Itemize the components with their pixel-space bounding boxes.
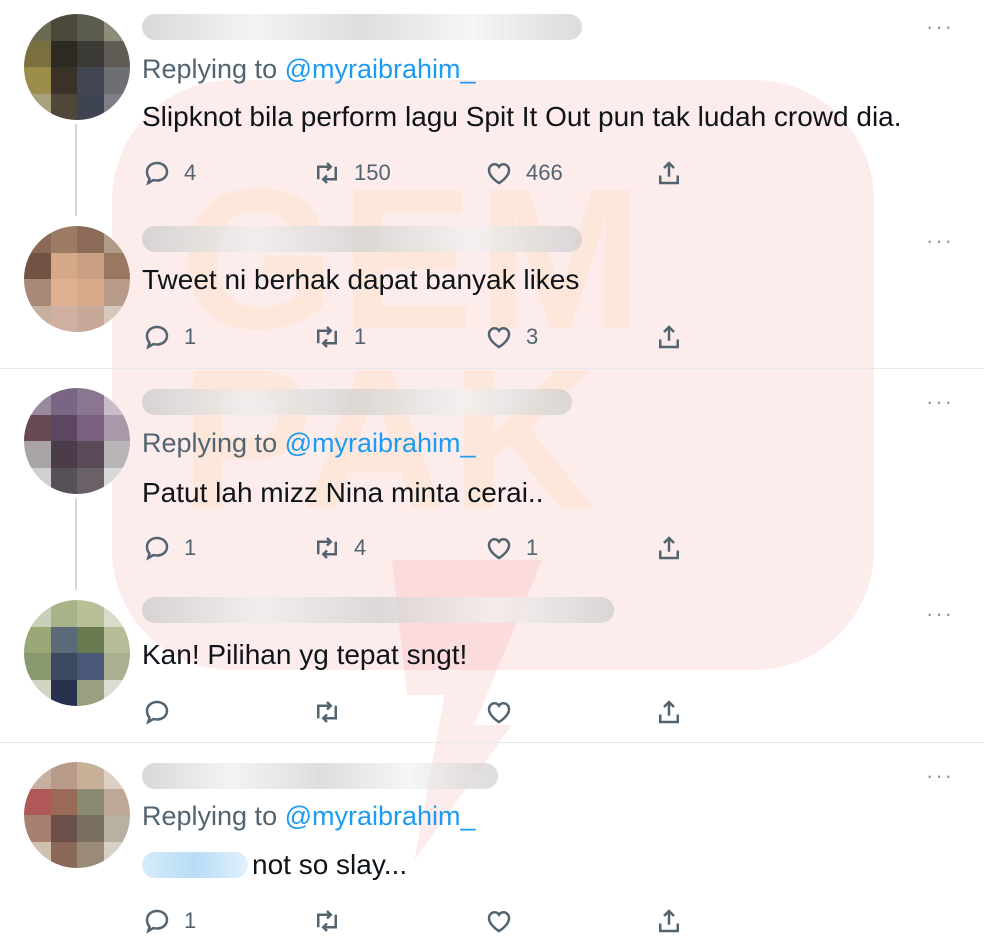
reply-icon	[145, 909, 169, 934]
avatar[interactable]	[24, 14, 130, 120]
tweet-actions: 1 4 1	[142, 531, 702, 565]
share-button[interactable]	[654, 156, 684, 190]
tweet-5[interactable]: ··· Replying to @myraibrahim_ not so sla…	[0, 743, 984, 952]
avatar[interactable]	[24, 388, 130, 494]
share-icon	[659, 700, 679, 724]
heart-icon	[487, 326, 511, 349]
tweet-actions	[142, 695, 702, 729]
reply-icon	[145, 325, 169, 350]
heart-icon	[487, 701, 511, 724]
share-icon	[659, 161, 679, 185]
retweet-button[interactable]	[312, 904, 354, 938]
more-icon[interactable]: ···	[926, 228, 954, 254]
reply-icon	[145, 700, 169, 725]
replying-label: Replying to	[142, 801, 285, 831]
retweet-button[interactable]	[312, 695, 354, 729]
like-count: 1	[526, 535, 539, 560]
like-button[interactable]: 3	[484, 320, 538, 354]
tweet-text: Kan! Pilihan yg tepat sngt!	[142, 639, 468, 670]
replying-label: Replying to	[142, 428, 285, 458]
replying-label: Replying to	[142, 54, 285, 84]
tweet-text: Patut lah mizz Nina minta cerai..	[142, 477, 544, 508]
share-icon	[659, 536, 679, 560]
tweet-actions: 1 1 3	[142, 320, 702, 354]
avatar[interactable]	[24, 226, 130, 332]
retweet-icon	[317, 326, 337, 348]
reply-button[interactable]: 1	[142, 531, 196, 565]
reply-icon	[145, 536, 169, 561]
retweet-icon	[317, 162, 337, 184]
tweet-actions: 1	[142, 904, 702, 938]
share-icon	[659, 909, 679, 933]
username-blurred[interactable]	[142, 226, 582, 252]
reply-button[interactable]: 4	[142, 156, 196, 190]
more-icon[interactable]: ···	[926, 14, 954, 40]
retweet-count: 150	[354, 160, 391, 185]
username-blurred[interactable]	[142, 597, 614, 623]
like-button[interactable]	[484, 904, 526, 938]
retweet-count: 1	[354, 324, 367, 349]
heart-icon	[487, 162, 511, 185]
retweet-icon	[317, 537, 337, 559]
tweet-4[interactable]: ··· Kan! Pilihan yg tepat sngt!	[0, 591, 984, 743]
replying-handle-link[interactable]: @myraibrahim_	[285, 801, 476, 831]
replying-to: Replying to @myraibrahim_	[142, 428, 476, 459]
tweet-text: Tweet ni berhak dapat banyak likes	[142, 264, 580, 295]
tweet-3[interactable]: ··· Replying to @myraibrahim_ Patut lah …	[0, 369, 984, 591]
reply-button[interactable]: 1	[142, 904, 196, 938]
retweet-button[interactable]: 4	[312, 531, 366, 565]
reply-button[interactable]	[142, 695, 184, 729]
retweet-icon	[317, 910, 337, 932]
tweet-text-row: not so slay...	[142, 849, 407, 881]
more-icon[interactable]: ···	[926, 389, 954, 415]
share-button[interactable]	[654, 904, 684, 938]
reply-count: 1	[184, 908, 197, 933]
more-icon[interactable]: ···	[926, 763, 954, 789]
like-count: 3	[526, 324, 539, 349]
reply-icon	[145, 161, 169, 186]
retweet-button[interactable]: 1	[312, 320, 366, 354]
like-count: 466	[526, 160, 563, 185]
reply-count: 1	[184, 535, 197, 560]
tweet-1[interactable]: ··· Replying to @myraibrahim_ Slipknot b…	[0, 0, 984, 216]
reply-button[interactable]: 1	[142, 320, 196, 354]
avatar[interactable]	[24, 600, 130, 706]
replying-handle-link[interactable]: @myraibrahim_	[285, 54, 476, 84]
tweet-text: Slipknot bila perform lagu Spit It Out p…	[142, 101, 902, 132]
like-button[interactable]: 466	[484, 156, 563, 190]
like-button[interactable]	[484, 695, 526, 729]
retweet-icon	[317, 701, 337, 723]
tweet-actions: 4 150 466	[142, 156, 702, 190]
username-blurred[interactable]	[142, 14, 582, 40]
replying-to: Replying to @myraibrahim_	[142, 54, 476, 85]
tweet-2[interactable]: ··· Tweet ni berhak dapat banyak likes 1…	[0, 216, 984, 368]
heart-icon	[487, 910, 511, 933]
reply-count: 4	[184, 160, 197, 185]
mention-blurred[interactable]	[142, 852, 248, 878]
username-blurred[interactable]	[142, 763, 498, 789]
share-icon	[659, 325, 679, 349]
retweet-count: 4	[354, 535, 367, 560]
retweet-button[interactable]: 150	[312, 156, 391, 190]
reply-count: 1	[184, 324, 197, 349]
tweet-text: not so slay...	[252, 849, 408, 880]
more-icon[interactable]: ···	[926, 601, 954, 627]
replying-handle-link[interactable]: @myraibrahim_	[285, 428, 476, 458]
replying-to: Replying to @myraibrahim_	[142, 801, 476, 832]
share-button[interactable]	[654, 320, 684, 354]
heart-icon	[487, 537, 511, 560]
like-button[interactable]: 1	[484, 531, 538, 565]
share-button[interactable]	[654, 695, 684, 729]
username-blurred[interactable]	[142, 389, 572, 415]
share-button[interactable]	[654, 531, 684, 565]
avatar[interactable]	[24, 762, 130, 868]
